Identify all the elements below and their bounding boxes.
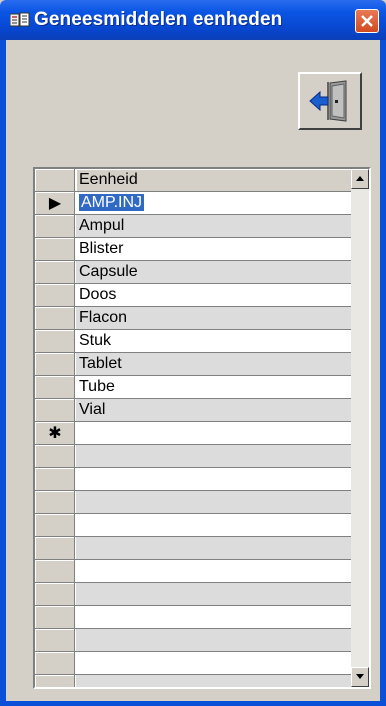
empty-row[interactable]	[35, 537, 351, 560]
title-bar[interactable]: Geneesmiddelen eenheden	[0, 0, 386, 40]
empty-cell[interactable]	[76, 468, 351, 490]
exit-button[interactable]	[298, 72, 362, 130]
main-window: Geneesmiddelen eenheden Eenheid ▶ AMP.INJ…	[0, 0, 386, 706]
form-icon	[10, 12, 30, 27]
vertical-scrollbar[interactable]	[351, 169, 369, 687]
close-button[interactable]	[355, 9, 379, 33]
new-record-cell[interactable]	[76, 422, 351, 444]
window-border-left	[0, 40, 6, 706]
window-border-bottom	[0, 701, 386, 706]
row-selector[interactable]	[35, 284, 75, 307]
table-row[interactable]: Blister	[35, 238, 351, 261]
eenheid-cell[interactable]: Tablet	[76, 353, 351, 375]
window-title: Geneesmiddelen eenheden	[34, 9, 283, 30]
row-selector[interactable]	[35, 675, 75, 687]
empty-cell[interactable]	[76, 560, 351, 582]
table-row[interactable]: Ampul	[35, 215, 351, 238]
empty-row[interactable]	[35, 491, 351, 514]
empty-cell[interactable]	[76, 514, 351, 536]
scroll-down-icon	[356, 674, 364, 679]
row-selector[interactable]	[35, 330, 75, 353]
empty-row[interactable]	[35, 629, 351, 652]
empty-cell[interactable]	[76, 675, 351, 687]
row-selector[interactable]	[35, 238, 75, 261]
row-selector[interactable]	[35, 376, 75, 399]
row-selector[interactable]: ▶	[35, 192, 75, 215]
row-selector[interactable]: ✱	[35, 422, 75, 445]
row-selector[interactable]	[35, 468, 75, 491]
new-record-row[interactable]: ✱	[35, 422, 351, 445]
empty-cell[interactable]	[76, 583, 351, 605]
empty-cell[interactable]	[76, 606, 351, 628]
row-selector[interactable]	[35, 537, 75, 560]
eenheid-cell[interactable]: AMP.INJ	[76, 192, 351, 214]
empty-row[interactable]	[35, 445, 351, 468]
eenheid-cell[interactable]: Vial	[76, 399, 351, 421]
row-selector[interactable]	[35, 560, 75, 583]
scroll-up-button[interactable]	[351, 169, 369, 189]
row-selector[interactable]	[35, 353, 75, 376]
scroll-down-button[interactable]	[351, 667, 369, 687]
empty-row[interactable]	[35, 514, 351, 537]
grid-rows-area: Eenheid ▶ AMP.INJ Ampul Blister Capsule Doos F…	[35, 169, 351, 687]
row-selector[interactable]	[35, 606, 75, 629]
row-selector[interactable]	[35, 629, 75, 652]
table-row[interactable]: ▶ AMP.INJ	[35, 192, 351, 215]
close-icon	[361, 15, 373, 27]
exit-door-icon	[309, 80, 347, 122]
table-row[interactable]: Doos	[35, 284, 351, 307]
row-selector[interactable]	[35, 445, 75, 468]
table-row[interactable]: Tube	[35, 376, 351, 399]
empty-row[interactable]	[35, 606, 351, 629]
eenheid-cell[interactable]: Tube	[76, 376, 351, 398]
row-selector[interactable]	[35, 399, 75, 422]
new-record-indicator: ✱	[48, 425, 62, 442]
empty-row[interactable]	[35, 675, 351, 687]
eenheid-cell[interactable]: Doos	[76, 284, 351, 306]
empty-row[interactable]	[35, 560, 351, 583]
table-row[interactable]: Vial	[35, 399, 351, 422]
row-selector[interactable]	[35, 514, 75, 537]
empty-row[interactable]	[35, 652, 351, 675]
units-datagrid[interactable]: Eenheid ▶ AMP.INJ Ampul Blister Capsule Doos F…	[33, 167, 371, 689]
row-selector[interactable]	[35, 261, 75, 284]
empty-cell[interactable]	[76, 537, 351, 559]
empty-cell[interactable]	[76, 652, 351, 674]
table-row[interactable]: Flacon	[35, 307, 351, 330]
empty-cell[interactable]	[76, 629, 351, 651]
grid-header-row: Eenheid	[35, 169, 351, 192]
eenheid-cell[interactable]: Capsule	[76, 261, 351, 283]
empty-row[interactable]	[35, 583, 351, 606]
row-selector[interactable]	[35, 215, 75, 238]
eenheid-cell[interactable]: Blister	[76, 238, 351, 260]
row-selector[interactable]	[35, 652, 75, 675]
header-corner-selector[interactable]	[35, 169, 75, 192]
selected-cell-text: AMP.INJ	[79, 194, 145, 211]
column-header-eenheid[interactable]: Eenheid	[76, 169, 351, 191]
empty-row[interactable]	[35, 468, 351, 491]
empty-cell[interactable]	[76, 491, 351, 513]
window-border-right	[380, 40, 386, 706]
eenheid-cell[interactable]: Flacon	[76, 307, 351, 329]
empty-cell[interactable]	[76, 445, 351, 467]
row-selector[interactable]	[35, 491, 75, 514]
row-selector[interactable]	[35, 307, 75, 330]
table-row[interactable]: Capsule	[35, 261, 351, 284]
table-row[interactable]: Tablet	[35, 353, 351, 376]
eenheid-cell[interactable]: Stuk	[76, 330, 351, 352]
table-row[interactable]: Stuk	[35, 330, 351, 353]
current-row-indicator: ▶	[48, 195, 62, 212]
scroll-up-icon	[356, 176, 364, 181]
row-selector[interactable]	[35, 583, 75, 606]
eenheid-cell[interactable]: Ampul	[76, 215, 351, 237]
